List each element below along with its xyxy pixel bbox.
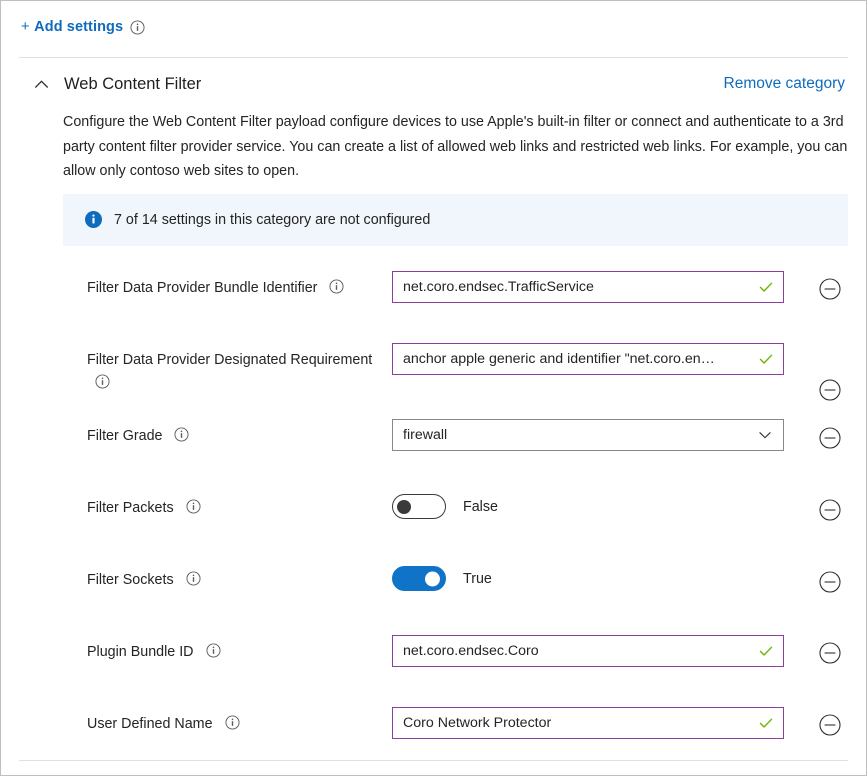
info-icon[interactable] bbox=[174, 426, 189, 442]
chevron-up-icon[interactable] bbox=[24, 67, 58, 101]
toggle-knob bbox=[397, 499, 411, 514]
setting-label: Filter Data Provider Designated Requirem… bbox=[87, 338, 392, 395]
setting-label: Plugin Bundle ID bbox=[87, 630, 392, 664]
category-description: Configure the Web Content Filter payload… bbox=[63, 114, 848, 179]
filter-packets-toggle-wrap: False bbox=[392, 491, 785, 523]
check-icon bbox=[758, 643, 774, 659]
setting-label-text: User Defined Name bbox=[87, 715, 213, 732]
info-icon[interactable] bbox=[225, 714, 240, 730]
setting-row: User Defined Name Coro Network Protector bbox=[63, 702, 848, 774]
toggle-value-label: True bbox=[463, 570, 492, 587]
plus-icon: + bbox=[21, 19, 30, 35]
setting-control: anchor apple generic and identifier "net… bbox=[392, 338, 785, 375]
setting-control: net.coro.endsec.Coro bbox=[392, 630, 785, 667]
chevron-down-icon bbox=[757, 427, 773, 443]
setting-label-text: Filter Data Provider Bundle Identifier bbox=[87, 279, 318, 296]
setting-label: Filter Packets bbox=[87, 486, 392, 520]
minus-circle-icon[interactable] bbox=[817, 276, 843, 302]
input-value: Coro Network Protector bbox=[403, 714, 552, 731]
input-value: net.coro.endsec.TrafficService bbox=[403, 278, 594, 295]
setting-row: Filter Packets False bbox=[63, 486, 848, 558]
check-icon bbox=[758, 715, 774, 731]
category-header: Web Content Filter Remove category bbox=[19, 58, 848, 110]
info-filled-icon bbox=[85, 211, 102, 228]
setting-label: Filter Data Provider Bundle Identifier bbox=[87, 266, 392, 300]
input-value: anchor apple generic and identifier "net… bbox=[403, 350, 715, 367]
setting-row: Filter Grade firewall bbox=[63, 414, 848, 486]
info-icon[interactable] bbox=[130, 19, 145, 35]
setting-label: Filter Sockets bbox=[87, 558, 392, 592]
filter-sockets-toggle[interactable] bbox=[392, 566, 446, 591]
page-title: Web Content Filter bbox=[64, 74, 202, 93]
minus-circle-icon[interactable] bbox=[817, 640, 843, 666]
filter-data-provider-designated-requirement-input[interactable]: anchor apple generic and identifier "net… bbox=[392, 342, 784, 375]
setting-label: User Defined Name bbox=[87, 702, 392, 736]
not-configured-banner-text: 7 of 14 settings in this category are no… bbox=[114, 211, 431, 228]
setting-row: Filter Data Provider Bundle Identifier n… bbox=[63, 266, 848, 338]
minus-circle-icon[interactable] bbox=[817, 569, 843, 595]
check-icon bbox=[758, 351, 774, 367]
setting-control: firewall bbox=[392, 414, 785, 451]
dropdown-value: firewall bbox=[403, 426, 448, 443]
minus-circle-icon[interactable] bbox=[817, 377, 843, 403]
user-defined-name-input[interactable]: Coro Network Protector bbox=[392, 706, 784, 739]
category-body: Configure the Web Content Filter payload… bbox=[19, 110, 848, 774]
category-card: Web Content Filter Remove category Confi… bbox=[19, 57, 848, 761]
setting-label-text: Filter Sockets bbox=[87, 571, 174, 588]
setting-row: Plugin Bundle ID net.coro.endsec.Coro bbox=[63, 630, 848, 702]
filter-sockets-toggle-wrap: True bbox=[392, 563, 785, 595]
remove-category-link[interactable]: Remove category bbox=[724, 75, 845, 93]
setting-row: Filter Sockets True bbox=[63, 558, 848, 630]
info-icon[interactable] bbox=[186, 570, 201, 586]
setting-control: net.coro.endsec.TrafficService bbox=[392, 266, 785, 303]
setting-row: Filter Data Provider Designated Requirem… bbox=[63, 338, 848, 414]
add-settings-row: + Add settings bbox=[1, 1, 866, 53]
input-value: net.coro.endsec.Coro bbox=[403, 642, 539, 659]
minus-circle-icon[interactable] bbox=[817, 497, 843, 523]
settings-catalog-panel: + Add settings Web Content Filter Remove… bbox=[0, 0, 867, 776]
add-settings-button[interactable]: + Add settings bbox=[21, 19, 123, 35]
setting-label-text: Filter Grade bbox=[87, 427, 163, 444]
toggle-value-label: False bbox=[463, 498, 498, 515]
filter-grade-dropdown[interactable]: firewall bbox=[392, 418, 784, 451]
plugin-bundle-id-input[interactable]: net.coro.endsec.Coro bbox=[392, 634, 784, 667]
setting-label-text: Filter Packets bbox=[87, 499, 174, 516]
filter-data-provider-bundle-identifier-input[interactable]: net.coro.endsec.TrafficService bbox=[392, 270, 784, 303]
setting-control: True bbox=[392, 558, 785, 595]
info-icon[interactable] bbox=[205, 642, 221, 658]
info-icon[interactable] bbox=[186, 498, 201, 514]
setting-control: Coro Network Protector bbox=[392, 702, 785, 739]
setting-control: False bbox=[392, 486, 785, 523]
setting-label-text: Plugin Bundle ID bbox=[87, 643, 194, 660]
filter-packets-toggle[interactable] bbox=[392, 494, 446, 519]
toggle-knob bbox=[425, 571, 440, 586]
not-configured-banner: 7 of 14 settings in this category are no… bbox=[63, 193, 848, 246]
minus-circle-icon[interactable] bbox=[817, 712, 843, 738]
info-icon[interactable] bbox=[95, 373, 110, 389]
setting-label: Filter Grade bbox=[87, 414, 392, 448]
minus-circle-icon[interactable] bbox=[817, 425, 843, 451]
add-settings-label: Add settings bbox=[34, 19, 124, 35]
info-icon[interactable] bbox=[329, 278, 344, 294]
check-icon bbox=[758, 279, 774, 295]
setting-label-text: Filter Data Provider Designated Requirem… bbox=[87, 351, 373, 368]
